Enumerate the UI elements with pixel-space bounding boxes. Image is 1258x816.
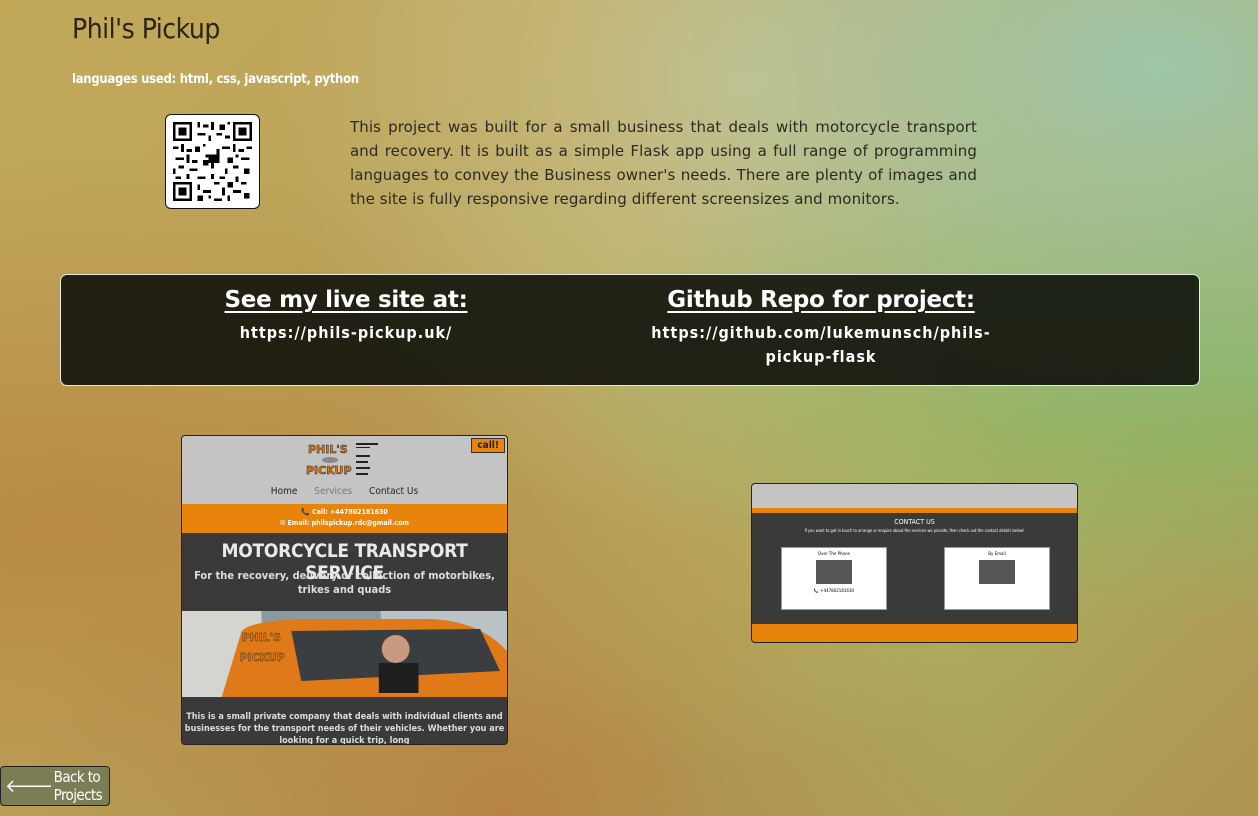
phone-card-title: Over The Phone	[818, 551, 850, 556]
van-photo: PHIL'S PICKUP	[182, 611, 507, 697]
screenshot-header: PHIL'S PICKUP call! Home Services Contac…	[182, 436, 507, 504]
project-title: Phil's Pickup	[72, 12, 220, 45]
nav-contact: Contact Us	[369, 486, 419, 497]
contact-subtitle: If you want to get in touch to arrange o…	[804, 528, 1025, 533]
svg-text:PICKUP: PICKUP	[306, 464, 352, 477]
svg-text:PHIL'S: PHIL'S	[308, 443, 348, 456]
email-card-title: By Email	[988, 551, 1006, 556]
hero-subtitle: For the recovery, delivery or collection…	[194, 569, 495, 596]
project-description: This project was built for a small busin…	[350, 118, 977, 208]
github-repo-section: Github Repo for project: https://github.…	[641, 287, 1001, 369]
qr-code-icon	[173, 122, 252, 201]
contact-title: CONTACT US	[894, 518, 935, 526]
laptop-photo	[979, 560, 1015, 584]
screenshot2-header	[752, 484, 1077, 508]
phone-card-number: 📞 +447802181630	[813, 588, 855, 593]
call-button: call!	[471, 438, 505, 453]
phils-pickup-logo: PHIL'S PICKUP	[306, 443, 352, 477]
back-to-projects-button[interactable]: 🡐 Back to Projects	[0, 766, 110, 806]
homepage-screenshot: PHIL'S PICKUP call! Home Services Contac…	[181, 435, 508, 745]
live-site-heading: See my live site at:	[224, 287, 468, 313]
intro-text: This is a small private company that dea…	[184, 712, 505, 745]
screenshot2-bar	[752, 508, 1077, 513]
phone-text: 📞 Call: +447802181630	[301, 508, 388, 516]
live-site-link[interactable]: https://phils-pickup.uk/	[206, 321, 486, 345]
nav-services: Services	[314, 486, 353, 497]
svg-text:PICKUP: PICKUP	[240, 651, 285, 664]
svg-text:PHIL'S: PHIL'S	[242, 631, 281, 644]
github-repo-heading: Github Repo for project:	[667, 287, 975, 313]
tagline-logo	[356, 443, 378, 475]
screenshot2-footer	[752, 624, 1077, 642]
qr-code	[165, 114, 260, 209]
contact-page-screenshot: CONTACT US If you want to get in touch t…	[751, 483, 1078, 643]
live-site-section: See my live site at: https://phils-picku…	[206, 287, 486, 345]
nav-home: Home	[270, 486, 298, 497]
phone-photo	[816, 560, 852, 584]
arrow-left-icon: 🡐	[5, 775, 53, 797]
email-text: ✉ Email: philspickup.rdc@gmail.com	[280, 519, 409, 527]
email-card: By Email	[944, 547, 1050, 610]
github-repo-link[interactable]: https://github.com/lukemunsch/phils-pick…	[641, 321, 1001, 369]
back-label: Back to Projects	[53, 768, 103, 804]
links-panel: See my live site at: https://phils-picku…	[60, 274, 1200, 386]
contact-bar: 📞 Call: +447802181630 ✉ Email: philspick…	[182, 504, 507, 533]
screenshot-nav: Home Services Contact Us	[182, 486, 507, 497]
phone-card: Over The Phone 📞 +447802181630	[781, 547, 887, 610]
languages-used: languages used: html, css, javascript, p…	[72, 72, 359, 87]
